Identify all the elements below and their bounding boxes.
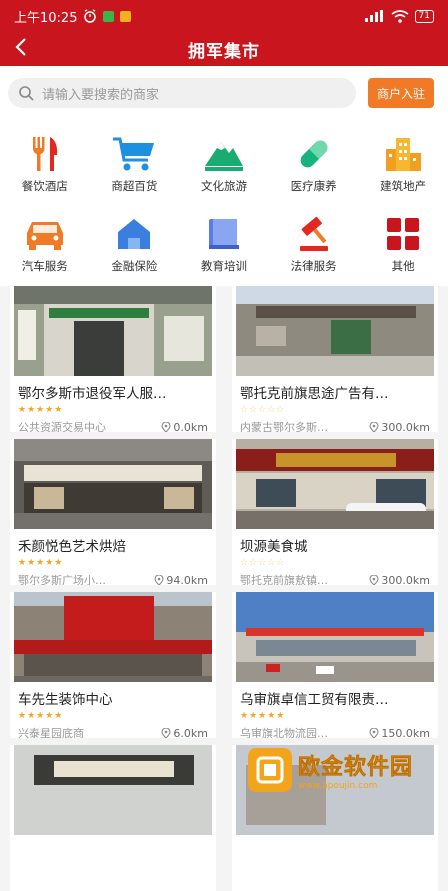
- rating-stars: ★★★★★: [10, 708, 216, 722]
- shop-name: 鄂尔多斯市退役军人服…: [10, 376, 216, 402]
- shop-card-partial[interactable]: [10, 745, 216, 891]
- shop-card[interactable]: 鄂尔多斯市退役军人服… ★★★★★ 公共资源交易中心 0.0km: [10, 286, 216, 432]
- shop-photo: [14, 286, 212, 376]
- watermark-url: www.apoujin.com: [298, 781, 413, 791]
- pill-icon: [294, 134, 334, 174]
- location-pin-icon: [369, 728, 379, 739]
- fork-knife-icon: [29, 135, 61, 173]
- shopping-cart-icon: [112, 136, 156, 172]
- shop-distance: 0.0km: [173, 421, 208, 433]
- search-placeholder: 请输入要搜索的商家: [42, 84, 159, 103]
- shop-grid: 鄂尔多斯市退役军人服… ★★★★★ 公共资源交易中心 0.0km 鄂托克前旗思途…: [10, 286, 438, 891]
- merchant-join-button[interactable]: 商户入驻: [368, 78, 434, 108]
- shop-address: 兴泰星园底商: [18, 725, 161, 738]
- category-label: 金融保险: [111, 258, 157, 274]
- category-label: 汽车服务: [22, 258, 68, 274]
- shop-name: 车先生装饰中心: [10, 682, 216, 708]
- shop-distance: 300.0km: [381, 574, 430, 586]
- page-title: 拥军集市: [188, 37, 260, 62]
- shop-name: 乌审旗卓信工贸有限责…: [232, 682, 438, 708]
- category-label: 文化旅游: [201, 178, 247, 194]
- alarm-icon: [83, 9, 97, 23]
- shop-distance: 6.0km: [173, 727, 208, 739]
- shop-card[interactable]: 车先生装饰中心 ★★★★★ 兴泰星园底商 6.0km: [10, 592, 216, 738]
- category-label: 法律服务: [291, 258, 337, 274]
- shop-photo: [236, 286, 434, 376]
- shop-name: 坝源美食城: [232, 529, 438, 555]
- flag-notification-icon: [120, 11, 131, 22]
- rating-stars: ★★★★★: [232, 708, 438, 722]
- car-icon: [23, 217, 67, 251]
- shop-card[interactable]: 乌审旗卓信工贸有限责… ★★★★★ 乌审旗北物流园… 150.0km: [232, 592, 438, 738]
- status-bar: 上午10:25 71: [0, 0, 448, 32]
- category-label: 其他: [392, 258, 415, 274]
- shop-address: 鄂托克前旗敖镇…: [240, 572, 369, 585]
- category-auto[interactable]: 汽车服务: [0, 200, 90, 280]
- shop-address: 鄂尔多斯广场小…: [18, 572, 154, 585]
- app-notification-icon: [103, 11, 114, 22]
- shop-photo: [14, 745, 212, 835]
- category-culture-travel[interactable]: 文化旅游: [179, 120, 269, 200]
- rating-stars: ☆☆☆☆☆: [232, 402, 438, 416]
- category-label: 医疗康养: [291, 178, 337, 194]
- category-label: 教育培训: [201, 258, 247, 274]
- back-button[interactable]: [14, 36, 28, 64]
- category-real-estate[interactable]: 建筑地产: [358, 120, 448, 200]
- wifi-icon: [391, 10, 409, 23]
- location-pin-icon: [161, 422, 171, 433]
- shop-distance: 94.0km: [166, 574, 208, 586]
- location-pin-icon: [154, 575, 164, 586]
- category-label: 建筑地产: [380, 178, 426, 194]
- category-finance[interactable]: 金融保险: [90, 200, 180, 280]
- grid-icon: [385, 216, 421, 252]
- rating-stars: ☆☆☆☆☆: [232, 555, 438, 569]
- category-dining[interactable]: 餐饮酒店: [0, 120, 90, 200]
- signal-icon: [365, 10, 385, 22]
- gavel-icon: [294, 215, 334, 253]
- rating-stars: ★★★★★: [10, 402, 216, 416]
- category-supermarket[interactable]: 商超百货: [90, 120, 180, 200]
- category-grid: 餐饮酒店 商超百货 文化旅游 医疗康养 建筑地产 汽车服务 金融保险: [0, 120, 448, 286]
- shop-name: 禾颜悦色艺术烘焙: [10, 529, 216, 555]
- shop-distance: 150.0km: [381, 727, 430, 739]
- status-time: 上午10:25: [14, 7, 77, 26]
- mountain-icon: [203, 136, 245, 172]
- rating-stars: ★★★★★: [10, 555, 216, 569]
- location-pin-icon: [161, 728, 171, 739]
- house-shield-icon: [114, 216, 154, 252]
- shop-distance: 300.0km: [381, 421, 430, 433]
- shop-card[interactable]: 坝源美食城 ☆☆☆☆☆ 鄂托克前旗敖镇… 300.0km: [232, 439, 438, 585]
- category-other[interactable]: 其他: [358, 200, 448, 280]
- watermark-text: 欧金软件园: [298, 749, 413, 781]
- search-row: 请输入要搜索的商家 商户入驻: [0, 66, 448, 120]
- shop-photo: [236, 592, 434, 682]
- watermark-logo: 欧金软件园 www.apoujin.com: [248, 746, 444, 794]
- shop-photo: [236, 439, 434, 529]
- book-icon: [205, 216, 243, 252]
- watermark-icon: [248, 748, 292, 792]
- shop-address: 乌审旗北物流园…: [240, 725, 369, 738]
- battery-icon: 71: [415, 10, 434, 23]
- shop-photo: [14, 439, 212, 529]
- shop-card[interactable]: 鄂托克前旗思途广告有… ☆☆☆☆☆ 内蒙古鄂尔多斯… 300.0km: [232, 286, 438, 432]
- chevron-left-icon: [14, 36, 28, 58]
- category-label: 商超百货: [111, 178, 157, 194]
- shop-address: 公共资源交易中心: [18, 419, 161, 432]
- shop-card[interactable]: 禾颜悦色艺术烘焙 ★★★★★ 鄂尔多斯广场小… 94.0km: [10, 439, 216, 585]
- category-legal[interactable]: 法律服务: [269, 200, 359, 280]
- category-medical[interactable]: 医疗康养: [269, 120, 359, 200]
- search-icon: [18, 85, 34, 101]
- shop-photo: [14, 592, 212, 682]
- category-education[interactable]: 教育培训: [179, 200, 269, 280]
- location-pin-icon: [369, 422, 379, 433]
- category-label: 餐饮酒店: [22, 178, 68, 194]
- location-pin-icon: [369, 575, 379, 586]
- search-input[interactable]: 请输入要搜索的商家: [8, 78, 356, 108]
- shop-name: 鄂托克前旗思途广告有…: [232, 376, 438, 402]
- shop-address: 内蒙古鄂尔多斯…: [240, 419, 369, 432]
- app-header: 拥军集市: [0, 32, 448, 66]
- building-icon: [382, 135, 424, 173]
